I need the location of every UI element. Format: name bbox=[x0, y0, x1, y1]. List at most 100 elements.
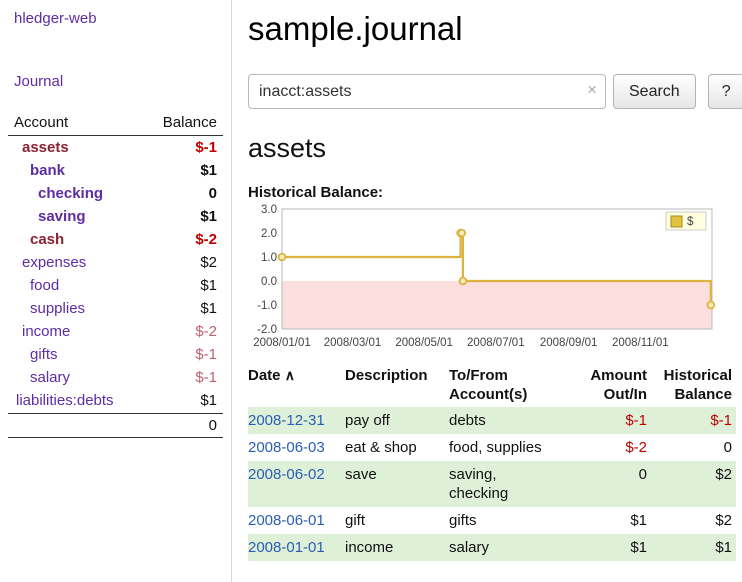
amount-cell: $1 bbox=[577, 507, 651, 534]
account-row: liabilities:debts $1 bbox=[8, 389, 223, 412]
amount-cell: $-2 bbox=[577, 434, 651, 461]
description-cell: pay off bbox=[345, 407, 449, 434]
account-link-income[interactable]: income bbox=[14, 323, 70, 340]
register-row: 2008-06-02 save saving, checking 0 $2 bbox=[248, 461, 736, 507]
description-cell: eat & shop bbox=[345, 434, 449, 461]
svg-text:-2.0: -2.0 bbox=[257, 324, 277, 336]
svg-text:2008/05/01: 2008/05/01 bbox=[395, 337, 453, 349]
account-link-assets[interactable]: assets bbox=[14, 139, 69, 156]
svg-text:1.0: 1.0 bbox=[261, 252, 277, 264]
account-balance: $-2 bbox=[195, 323, 217, 340]
accounts-cell: debts bbox=[449, 407, 577, 434]
column-header-date-label: Date bbox=[248, 367, 281, 384]
balance-cell: 0 bbox=[651, 434, 736, 461]
account-row: income $-2 bbox=[8, 320, 223, 343]
amount-cell: $-1 bbox=[577, 407, 651, 434]
column-header-date[interactable]: Date ∧ bbox=[248, 363, 345, 407]
column-header-amount: Amount Out/In bbox=[577, 363, 651, 407]
accounts-header-account: Account bbox=[14, 114, 68, 131]
account-link-saving[interactable]: saving bbox=[14, 208, 86, 225]
column-header-description: Description bbox=[345, 363, 449, 407]
search-button[interactable]: Search bbox=[613, 74, 696, 109]
accounts-table-header: Account Balance bbox=[8, 110, 223, 136]
app-title-link[interactable]: hledger-web bbox=[0, 0, 231, 27]
date-link[interactable]: 2008-12-31 bbox=[248, 412, 325, 429]
account-balance: $-1 bbox=[195, 346, 217, 363]
historical-balance-chart: 3.0 2.0 1.0 0.0 -1.0 -2.02008/01/01 2008/03/01… bbox=[248, 203, 720, 353]
balance-cell: $2 bbox=[651, 507, 736, 534]
account-balance: $1 bbox=[200, 300, 217, 317]
register-table: Date ∧ Description To/From Account(s) Am… bbox=[248, 363, 736, 561]
register-row: 2008-01-01 income salary $1 $1 bbox=[248, 534, 736, 561]
page-title: sample.journal bbox=[248, 10, 740, 48]
account-balance: $-2 bbox=[195, 231, 217, 248]
svg-text:2008/11/01: 2008/11/01 bbox=[612, 337, 669, 349]
accounts-cell: salary bbox=[449, 534, 577, 561]
account-link-salary[interactable]: salary bbox=[14, 369, 70, 386]
account-balance: 0 bbox=[209, 185, 217, 202]
account-row: salary $-1 bbox=[8, 366, 223, 389]
date-link[interactable]: 2008-01-01 bbox=[248, 539, 325, 556]
account-link-food[interactable]: food bbox=[14, 277, 59, 294]
account-row: bank $1 bbox=[8, 159, 223, 182]
account-link-supplies[interactable]: supplies bbox=[14, 300, 85, 317]
clear-search-icon[interactable]: × bbox=[587, 80, 597, 100]
date-link[interactable]: 2008-06-03 bbox=[248, 439, 325, 456]
account-row: expenses $2 bbox=[8, 251, 223, 274]
accounts-header-balance: Balance bbox=[163, 114, 217, 131]
svg-text:2008/07/01: 2008/07/01 bbox=[467, 337, 525, 349]
account-row: saving $1 bbox=[8, 205, 223, 228]
accounts-total-row: 0 bbox=[8, 413, 223, 438]
account-row: food $1 bbox=[8, 274, 223, 297]
account-balance: $1 bbox=[200, 277, 217, 294]
account-row: assets $-1 bbox=[8, 136, 223, 159]
chart-title: Historical Balance: bbox=[248, 184, 740, 201]
register-row: 2008-06-01 gift gifts $1 $2 bbox=[248, 507, 736, 534]
search-bar: × Search ? bbox=[248, 74, 740, 109]
account-balance: $-1 bbox=[195, 139, 217, 156]
accounts-table: Account Balance assets $-1 bank $1 check… bbox=[8, 110, 223, 438]
accounts-cell: saving, checking bbox=[449, 461, 577, 507]
account-balance: $-1 bbox=[195, 369, 217, 386]
account-balance: $1 bbox=[200, 162, 217, 179]
svg-text:2008/09/01: 2008/09/01 bbox=[540, 337, 598, 349]
svg-text:0.0: 0.0 bbox=[261, 276, 277, 288]
sidebar-item-journal[interactable]: Journal bbox=[14, 73, 231, 90]
accounts-cell: gifts bbox=[449, 507, 577, 534]
account-row: checking 0 bbox=[8, 182, 223, 205]
account-row: supplies $1 bbox=[8, 297, 223, 320]
description-cell: income bbox=[345, 534, 449, 561]
balance-cell: $-1 bbox=[651, 407, 736, 434]
date-link[interactable]: 2008-06-01 bbox=[248, 512, 325, 529]
description-cell: gift bbox=[345, 507, 449, 534]
search-input[interactable] bbox=[248, 74, 606, 109]
help-button[interactable]: ? bbox=[708, 74, 742, 109]
account-row: gifts $-1 bbox=[8, 343, 223, 366]
balance-cell: $1 bbox=[651, 534, 736, 561]
svg-text:3.0: 3.0 bbox=[261, 204, 277, 216]
svg-text:2.0: 2.0 bbox=[261, 228, 277, 240]
sort-ascending-icon: ∧ bbox=[285, 367, 295, 383]
account-link-bank[interactable]: bank bbox=[14, 162, 65, 179]
accounts-cell: food, supplies bbox=[449, 434, 577, 461]
account-balance: $2 bbox=[200, 254, 217, 271]
section-title: assets bbox=[248, 133, 740, 164]
amount-cell: 0 bbox=[577, 461, 651, 507]
svg-text:2008/01/01: 2008/01/01 bbox=[253, 337, 311, 349]
accounts-total-value: 0 bbox=[209, 417, 217, 434]
register-row: 2008-12-31 pay off debts $-1 $-1 bbox=[248, 407, 736, 434]
account-link-gifts[interactable]: gifts bbox=[14, 346, 58, 363]
date-link[interactable]: 2008-06-02 bbox=[248, 466, 325, 483]
register-header-row: Date ∧ Description To/From Account(s) Am… bbox=[248, 363, 736, 407]
description-cell: save bbox=[345, 461, 449, 507]
account-link-expenses[interactable]: expenses bbox=[14, 254, 86, 271]
svg-text:2008/03/01: 2008/03/01 bbox=[324, 337, 382, 349]
svg-text:-1.0: -1.0 bbox=[257, 300, 277, 312]
account-link-checking[interactable]: checking bbox=[14, 185, 103, 202]
account-link-liabilities-debts[interactable]: liabilities:debts bbox=[14, 392, 114, 409]
main-content: sample.journal × Search ? assets Histori… bbox=[248, 0, 740, 561]
balance-cell: $2 bbox=[651, 461, 736, 507]
account-link-cash[interactable]: cash bbox=[14, 231, 64, 248]
sidebar: hledger-web Journal Account Balance asse… bbox=[0, 0, 232, 582]
search-field-wrap: × bbox=[248, 74, 606, 109]
